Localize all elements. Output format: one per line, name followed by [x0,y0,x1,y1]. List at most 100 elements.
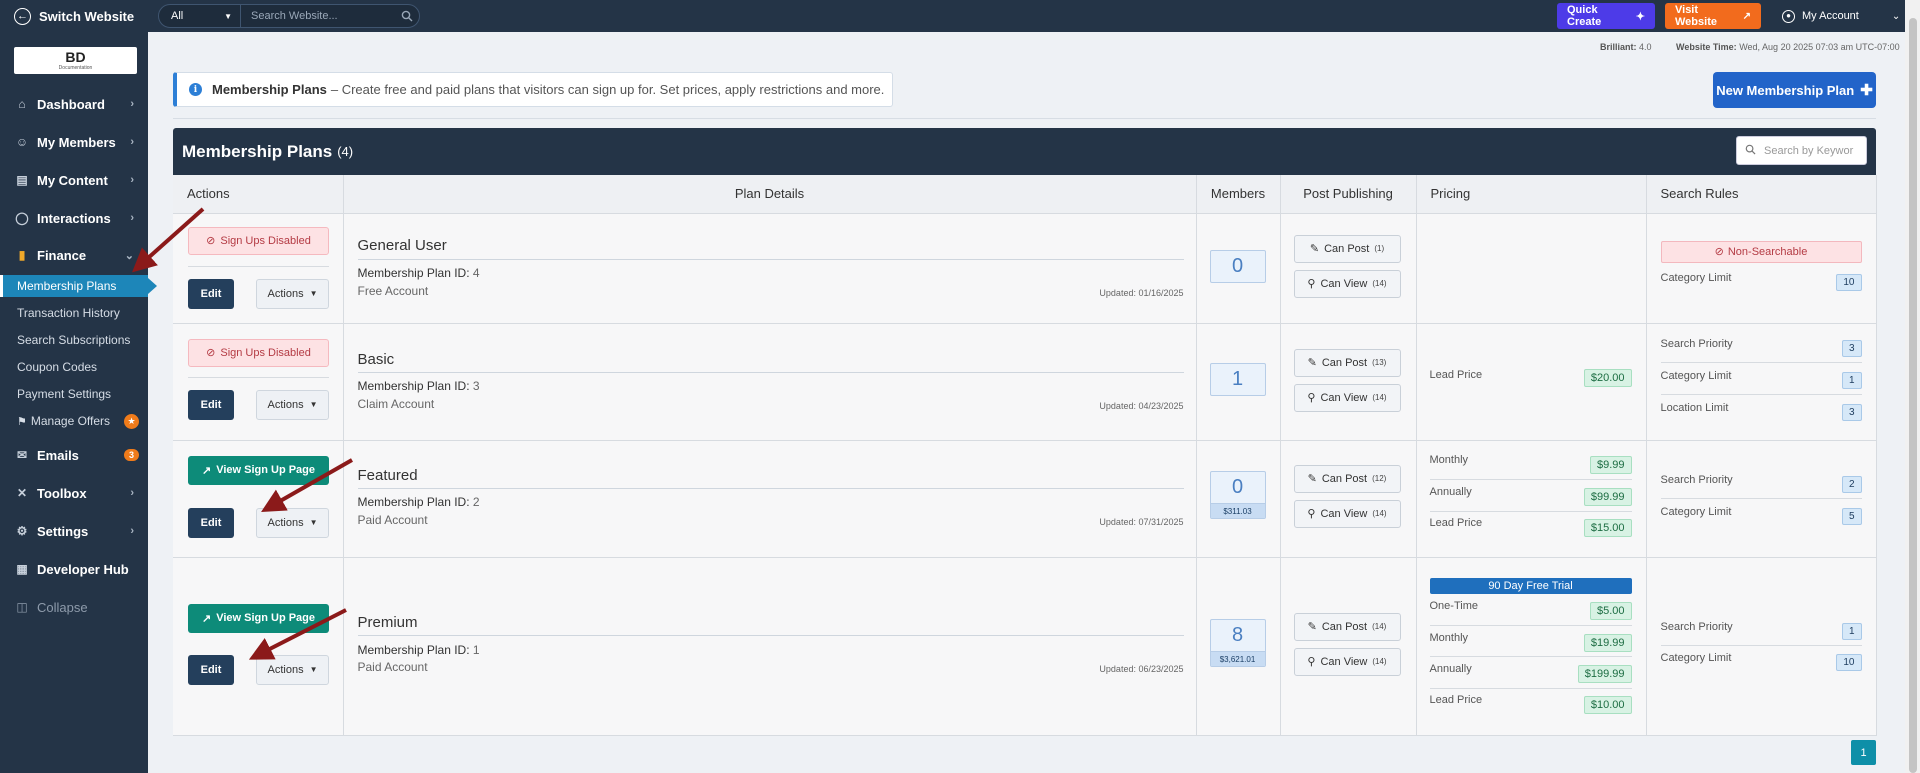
version-value: 4.0 [1639,42,1652,52]
tools-icon: ✕ [16,486,28,500]
divider [1429,687,1632,689]
chevron-down-icon: ▼ [224,11,232,21]
edit-button[interactable]: Edit [188,654,234,685]
sidebar-item-membership-plans[interactable]: Membership Plans [0,275,157,297]
can-view-button[interactable]: ⚲ Can View (14) [1293,499,1401,528]
sidebar-collapse-button[interactable]: ◫ Collapse [0,592,148,622]
tag-icon: ⚑ [17,415,27,428]
sidebar-item-search-subscriptions[interactable]: Search Subscriptions [0,329,148,351]
sidebar-item-finance[interactable]: ▮ Finance ⌄ [0,240,148,270]
price-label: Monthly [1429,631,1469,644]
rule-label: Category Limit [1660,651,1732,664]
members-count-box[interactable]: 1 [1209,362,1266,396]
can-view-label: Can View [1320,277,1368,290]
sidebar-item-interactions[interactable]: ◯ Interactions › [0,203,148,233]
rule-label: Search Priority [1660,337,1733,350]
view-sign-up-label: View Sign Up Page [216,464,316,476]
free-trial-badge: 90 Day Free Trial [1429,577,1632,594]
new-membership-plan-button[interactable]: New Membership Plan ✚ [1713,72,1876,108]
actions-dropdown-button[interactable]: Actions ▼ [256,654,329,685]
can-view-button[interactable]: ⚲ Can View (14) [1293,269,1401,298]
can-post-button[interactable]: ✎ Can Post (13) [1293,348,1401,377]
visit-website-button[interactable]: Visit Website ↗ [1665,3,1761,29]
sign-ups-disabled-button[interactable]: ⊘ Sign Ups Disabled [188,338,329,367]
sidebar-item-dashboard[interactable]: ⌂ Dashboard › [0,89,148,119]
price-row: Monthly $9.99 [1430,454,1632,476]
info-icon: i [189,83,202,96]
search-icon[interactable] [395,10,419,22]
actions-dropdown-button[interactable]: Actions ▼ [256,278,329,309]
sign-ups-disabled-button[interactable]: ⊘ Sign Ups Disabled [188,226,329,255]
can-view-button[interactable]: ⚲ Can View (14) [1293,647,1401,676]
sidebar-item-my-content[interactable]: ▤ My Content › [0,165,148,195]
actions-label: Actions [267,516,304,529]
can-post-button[interactable]: ✎ Can Post (1) [1293,234,1401,263]
rule-label: Search Priority [1660,473,1733,486]
divider [1429,510,1632,512]
sidebar-item-coupon-codes[interactable]: Coupon Codes [0,356,148,378]
can-view-button[interactable]: ⚲ Can View (14) [1293,383,1401,412]
members-count-box[interactable]: 0 $311.03 [1209,470,1266,519]
view-sign-up-page-button[interactable]: ↗ View Sign Up Page [188,603,329,633]
view-sign-up-page-button[interactable]: ↗ View Sign Up Page [188,455,329,485]
non-searchable-label: Non-Searchable [1727,245,1808,258]
divider [188,376,329,378]
rule-value: 10 [1836,653,1862,671]
sidebar-item-label: Manage Offers [30,414,111,428]
search-website-input[interactable]: Search Website... [241,10,395,22]
plan-id: Membership Plan ID: 4 [358,266,480,280]
price-row: Lead Price $20.00 [1430,368,1632,391]
actions-label: Actions [267,287,304,300]
external-link-icon: ↗ [1742,10,1751,22]
sidebar-item-label: Settings [37,523,89,539]
plan-name: Featured [357,466,418,484]
can-post-button[interactable]: ✎ Can Post (12) [1293,464,1401,493]
sidebar-item-settings[interactable]: ⚙ Settings › [0,516,148,546]
sidebar-item-transaction-history[interactable]: Transaction History [0,302,148,324]
plan-id-value: 2 [472,494,480,509]
rule-row: Category Limit 10 [1661,272,1862,294]
chevron-right-icon: › [130,525,134,537]
sidebar-item-my-members[interactable]: ☺ My Members › [0,127,148,157]
divider [1660,497,1862,499]
collapse-icon: ◫ [16,600,28,614]
info-banner: i Membership Plans – Create free and pai… [173,72,893,107]
edit-button[interactable]: Edit [188,278,234,309]
quick-create-button[interactable]: Quick Create ✦ [1557,3,1655,29]
edit-button[interactable]: Edit [188,507,234,538]
search-scope-select[interactable]: All ▼ [159,5,241,27]
divider [357,634,1184,636]
divider [1660,393,1862,395]
visit-website-label: Visit Website [1675,4,1717,28]
my-account-menu[interactable]: ● My Account ⌄ [1782,0,1900,32]
actions-dropdown-button[interactable]: Actions ▼ [256,507,329,538]
website-time-label: Website Time: [1676,42,1737,52]
sidebar-item-manage-offers[interactable]: ⚑ Manage Offers ★ [0,410,148,432]
plans-search-input[interactable]: Search by Keywor [1736,136,1867,165]
actions-dropdown-button[interactable]: Actions ▼ [256,389,329,420]
rule-value: 1 [1841,371,1862,389]
scrollbar-thumb[interactable] [1909,18,1917,773]
edit-button[interactable]: Edit [188,389,234,420]
can-post-count: (13) [1372,358,1387,367]
switch-website-button[interactable]: ← Switch Website [14,0,134,32]
members-count-box[interactable]: 8 $3,621.01 [1209,618,1266,667]
sidebar-item-payment-settings[interactable]: Payment Settings [0,383,148,405]
sidebar-item-developer-hub[interactable]: ▦ Developer Hub [0,554,148,584]
table-row: ⊘ Sign Ups Disabled Edit Actions ▼ Gener… [173,213,1877,324]
column-header-actions: Actions [173,175,344,214]
members-count-box[interactable]: 0 [1209,249,1266,283]
folder-icon: ▤ [16,173,28,187]
site-logo[interactable]: BD Documentation [14,47,137,74]
pagination-page-button[interactable]: 1 [1851,740,1876,765]
page-scrollbar[interactable] [1905,0,1920,773]
plan-updated: Updated: 04/23/2025 [1099,400,1184,411]
rule-label: Category Limit [1660,505,1732,518]
price-label: Annually [1429,485,1472,498]
can-post-button[interactable]: ✎ Can Post (14) [1293,612,1401,641]
divider [188,265,329,267]
banner-text: – Create free and paid plans that visito… [330,82,885,97]
ban-icon: ⊘ [206,347,216,359]
sidebar-item-emails[interactable]: ✉ Emails 3 [0,440,148,470]
sidebar-item-toolbox[interactable]: ✕ Toolbox › [0,478,148,508]
